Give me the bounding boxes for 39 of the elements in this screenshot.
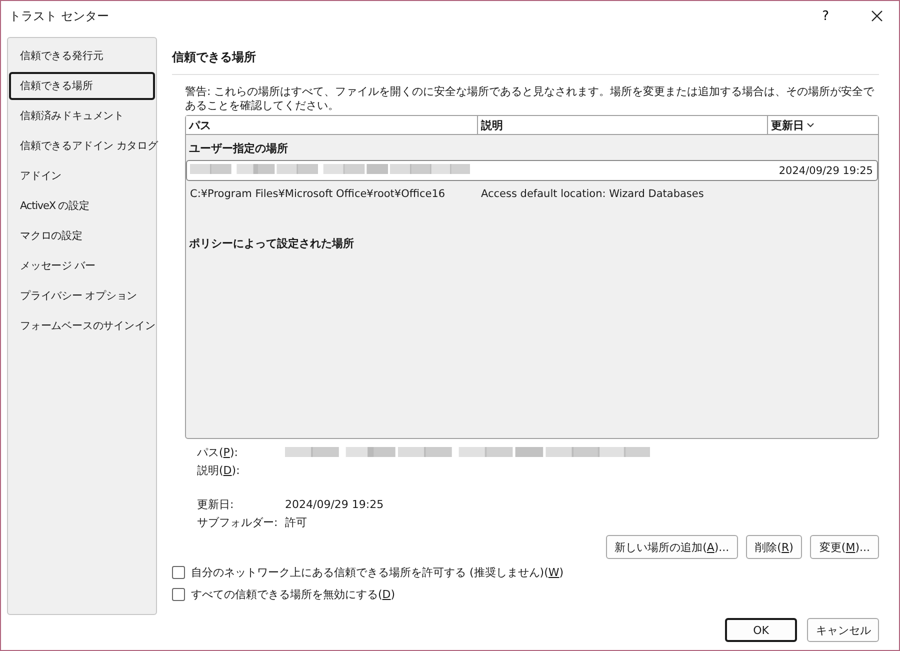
sidebar-item[interactable]: 信頼できる発行元 (9, 42, 155, 70)
sidebar-item[interactable]: メッセージ バー (9, 252, 155, 280)
group-heading: ポリシーによって設定された場所 (188, 236, 355, 252)
checkbox[interactable] (172, 566, 185, 578)
column-header[interactable]: 説明 (477, 116, 767, 134)
help-button[interactable]: ? (818, 8, 833, 24)
column-header[interactable]: 更新日 (767, 116, 878, 134)
checkbox-label: 自分のネットワーク上にある信頼できる場所を許可する (推奨しません)(W) (191, 564, 564, 580)
sidebar-item[interactable]: アドイン (9, 162, 155, 190)
location-row[interactable]: C:¥Program Files¥Microsoft Office¥root¥Office16 Access default location: Wizard Databases (186, 183, 878, 204)
field-label: サブフォルダー: (197, 514, 279, 530)
warning-text: 警告: これらの場所はすべて、ファイルを開くのに安全な場所であると見なされます。場所を変更または追加する場合は、その場所が安全であることを確認してください。 (184, 85, 876, 113)
sidebar-item[interactable]: フォームベースのサインイン (9, 312, 155, 340)
action-button[interactable]: 新しい場所の追加(A)... (606, 535, 738, 559)
dialog-button[interactable]: OK (725, 618, 797, 642)
sidebar-item[interactable]: プライバシー オプション (9, 282, 155, 310)
field-value: 許可 (285, 514, 307, 530)
action-button[interactable]: 削除(R) (746, 535, 802, 559)
location-row[interactable]: 2024/09/29 19:25 (186, 160, 878, 181)
table-cell: 2024/09/29 19:25 (778, 164, 873, 176)
sidebar-item[interactable]: 信頼済みドキュメント (9, 102, 155, 130)
table-cell: Access default location: Wizard Databases (481, 188, 704, 200)
window-title: トラスト センター (9, 8, 110, 24)
column-header[interactable]: パス (186, 116, 477, 134)
sidebar-item[interactable]: 信頼できる場所 (9, 72, 155, 100)
group-heading: ユーザー指定の場所 (188, 141, 289, 157)
field-label: 説明(D): (197, 462, 241, 478)
checkbox[interactable] (172, 588, 185, 600)
field-value: 2024/09/29 19:25 (285, 498, 384, 510)
field-label: 更新日: (197, 496, 235, 512)
sidebar-item[interactable]: マクロの設定 (9, 222, 155, 250)
dialog-button[interactable]: キャンセル (807, 618, 879, 642)
close-icon[interactable] (871, 10, 883, 22)
section-title: 信頼できる場所 (172, 49, 257, 66)
table-cell: C:¥Program Files¥Microsoft Office¥root¥Office16 (190, 188, 446, 200)
sidebar-item[interactable]: ActiveX の設定 (9, 192, 155, 220)
checkbox-label: すべての信頼できる場所を無効にする(D) (191, 586, 396, 602)
action-button[interactable]: 変更(M)... (810, 535, 879, 559)
field-label: パス(P): (197, 444, 239, 460)
